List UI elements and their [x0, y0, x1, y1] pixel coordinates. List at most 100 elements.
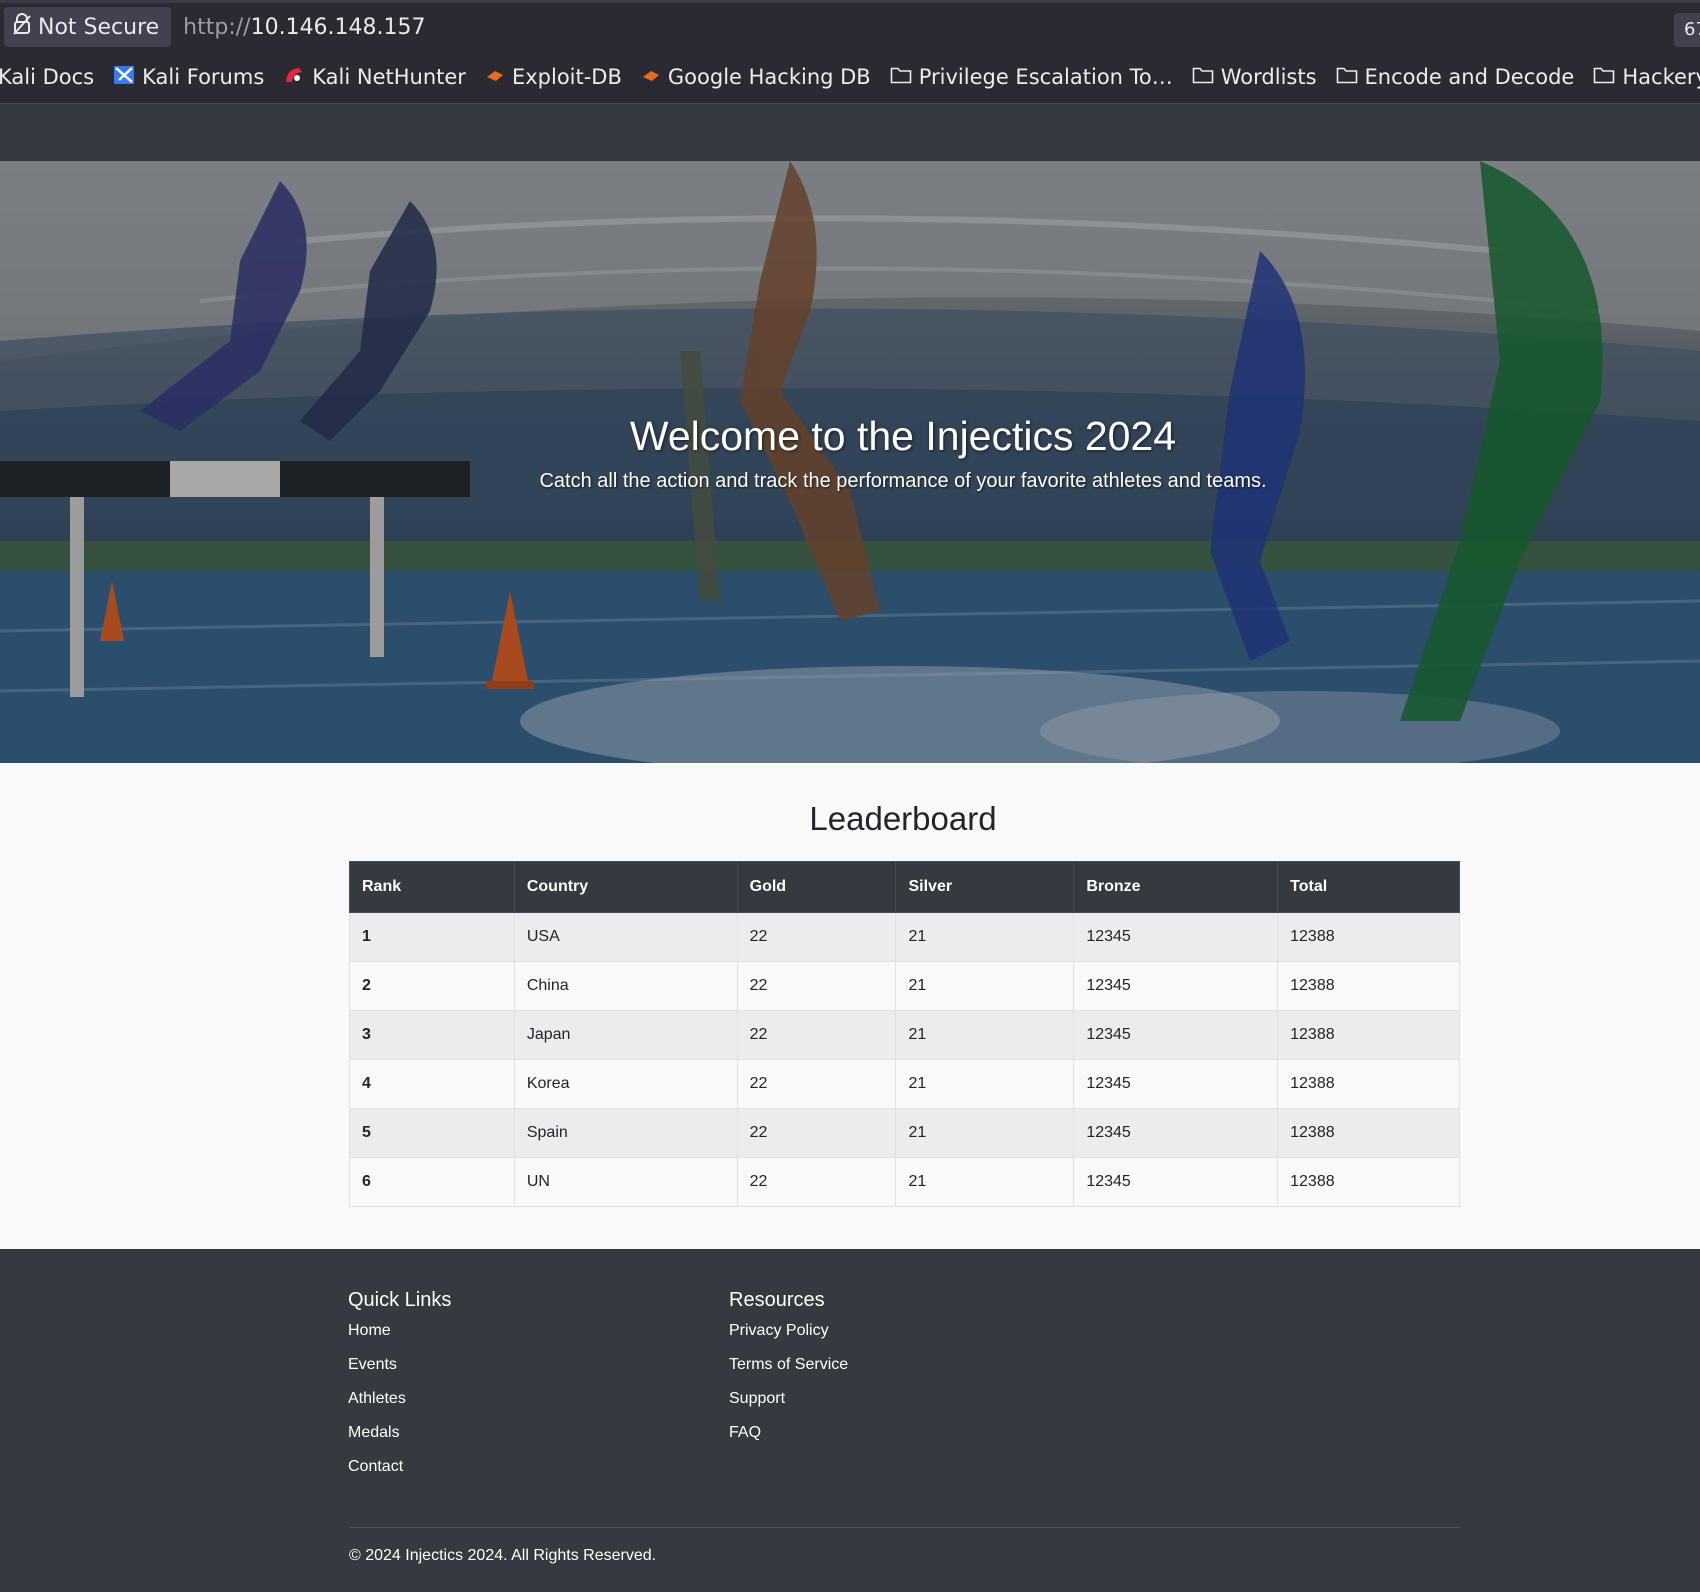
footer-link-faq[interactable]: FAQ	[729, 1423, 848, 1457]
footer-link-events[interactable]: Events	[348, 1355, 451, 1389]
bookmark-label: Kali Forums	[142, 65, 265, 89]
hero-title: Welcome to the Injectics 2024	[629, 413, 1177, 459]
bookmark-label: Kali NetHunter	[312, 65, 466, 89]
country-cell: China	[513, 961, 738, 1011]
bronze-cell: 12345	[1073, 912, 1279, 962]
hero-banner: Welcome to the Injectics 2024 Catch all …	[0, 161, 1700, 763]
bookmark-label: Kali Docs	[0, 65, 95, 89]
column-header-country: Country	[513, 861, 738, 913]
column-header-bronze: Bronze	[1073, 861, 1279, 913]
gold-cell: 22	[736, 1157, 897, 1207]
hero-subtitle: Catch all the action and track the perfo…	[539, 470, 1267, 492]
footer-link-athletes[interactable]: Athletes	[348, 1389, 451, 1423]
country-cell: Korea	[513, 1059, 738, 1109]
bookmark-label: Hackery Tools	[1622, 65, 1700, 89]
site-footer: Quick Links Home Events Athletes Medals …	[0, 1249, 1700, 1592]
rank-cell: 6	[349, 1157, 515, 1207]
total-cell: 12388	[1277, 1157, 1460, 1207]
table-row: 4 Korea 22 21 12345 12388	[349, 1059, 1460, 1109]
gold-cell: 22	[736, 912, 897, 962]
silver-cell: 21	[895, 1059, 1075, 1109]
security-label: Not Secure	[38, 14, 160, 40]
folder-icon	[1336, 65, 1358, 90]
rank-cell: 4	[349, 1059, 515, 1109]
bookmark-folder-wordlists[interactable]: Wordlists	[1192, 65, 1317, 90]
kali-forums-icon	[113, 64, 135, 91]
total-cell: 12388	[1277, 1010, 1460, 1060]
bookmark-kali-forums[interactable]: Kali Forums	[113, 64, 264, 91]
footer-divider	[349, 1527, 1460, 1528]
folder-icon	[1593, 65, 1615, 90]
bookmark-folder-privilege-escalation[interactable]: Privilege Escalation To…	[890, 65, 1173, 90]
footer-link-terms-of-service[interactable]: Terms of Service	[729, 1355, 848, 1389]
silver-cell: 21	[895, 1010, 1075, 1060]
country-cell: Spain	[513, 1108, 738, 1158]
gold-cell: 22	[736, 1108, 897, 1158]
url-input[interactable]: http://10.146.148.157	[183, 15, 425, 40]
footer-link-support[interactable]: Support	[729, 1389, 848, 1423]
country-cell: USA	[513, 912, 738, 962]
toolbar-badge[interactable]: 67	[1674, 13, 1700, 47]
footer-link-contact[interactable]: Contact	[348, 1457, 451, 1491]
bookmark-kali-docs[interactable]: Kali Docs	[0, 65, 94, 89]
silver-cell: 21	[895, 961, 1075, 1011]
leaderboard-title: Leaderboard	[809, 800, 997, 837]
bronze-cell: 12345	[1073, 1010, 1279, 1060]
country-cell: Japan	[513, 1010, 738, 1060]
total-cell: 12388	[1277, 961, 1460, 1011]
bronze-cell: 12345	[1073, 1157, 1279, 1207]
quick-links-title: Quick Links	[348, 1289, 452, 1311]
table-row: 5 Spain 22 21 12345 12388	[349, 1108, 1460, 1158]
bookmark-label: Privilege Escalation To…	[918, 65, 1173, 89]
footer-link-home[interactable]: Home	[348, 1321, 451, 1355]
resources-title: Resources	[729, 1289, 825, 1311]
bookmark-folder-encode-decode[interactable]: Encode and Decode	[1336, 65, 1575, 90]
column-header-gold: Gold	[736, 861, 897, 913]
resources-section: Resources Privacy Policy Terms of Servic…	[729, 1289, 848, 1457]
site-navbar	[0, 104, 1700, 161]
gold-cell: 22	[736, 1010, 897, 1060]
browser-url-bar: Not Secure http://10.146.148.157 67	[0, 0, 1700, 51]
table-row: 6 UN 22 21 12345 12388	[349, 1157, 1460, 1207]
silver-cell: 21	[895, 1157, 1075, 1207]
bookmark-label: Google Hacking DB	[667, 65, 871, 89]
ghdb-icon	[641, 65, 661, 90]
gold-cell: 22	[736, 961, 897, 1011]
footer-link-privacy-policy[interactable]: Privacy Policy	[729, 1321, 848, 1355]
table-row: 3 Japan 22 21 12345 12388	[349, 1010, 1460, 1060]
country-cell: UN	[513, 1157, 738, 1207]
column-header-total: Total	[1277, 861, 1460, 913]
table-row: 1 USA 22 21 12345 12388	[349, 912, 1460, 962]
silver-cell: 21	[895, 1108, 1075, 1158]
silver-cell: 21	[895, 912, 1075, 962]
bookmark-google-hacking-db[interactable]: Google Hacking DB	[641, 65, 871, 90]
quick-links-section: Quick Links Home Events Athletes Medals …	[348, 1289, 451, 1491]
nethunter-icon	[283, 64, 305, 91]
bookmark-kali-nethunter[interactable]: Kali NetHunter	[283, 64, 466, 91]
footer-link-medals[interactable]: Medals	[348, 1423, 451, 1457]
url-protocol: http://	[183, 14, 251, 40]
url-host: 10.146.148.157	[250, 14, 426, 40]
gold-cell: 22	[736, 1059, 897, 1109]
folder-icon	[890, 65, 912, 90]
leaderboard-table: Rank Country Gold Silver Bronze Total 1 …	[349, 861, 1460, 1207]
table-row: 2 China 22 21 12345 12388	[349, 961, 1460, 1011]
bookmark-label: Encode and Decode	[1364, 65, 1575, 89]
lock-warning-icon	[12, 12, 32, 42]
column-header-rank: Rank	[349, 861, 515, 913]
folder-icon	[1192, 65, 1214, 90]
total-cell: 12388	[1277, 1059, 1460, 1109]
bookmarks-toolbar: Kali Docs Kali Forums Kali NetHunter Exp…	[0, 51, 1700, 104]
bookmark-label: Exploit-DB	[511, 65, 622, 89]
rank-cell: 1	[349, 912, 515, 962]
site-security-button[interactable]: Not Secure	[4, 7, 172, 47]
table-header-row: Rank Country Gold Silver Bronze Total	[349, 861, 1460, 913]
bronze-cell: 12345	[1073, 961, 1279, 1011]
bookmark-folder-hackery-tools[interactable]: Hackery Tools	[1593, 65, 1700, 90]
rank-cell: 5	[349, 1108, 515, 1158]
total-cell: 12388	[1277, 912, 1460, 962]
bronze-cell: 12345	[1073, 1108, 1279, 1158]
exploit-db-icon	[485, 65, 505, 90]
bronze-cell: 12345	[1073, 1059, 1279, 1109]
bookmark-exploit-db[interactable]: Exploit-DB	[485, 65, 622, 90]
